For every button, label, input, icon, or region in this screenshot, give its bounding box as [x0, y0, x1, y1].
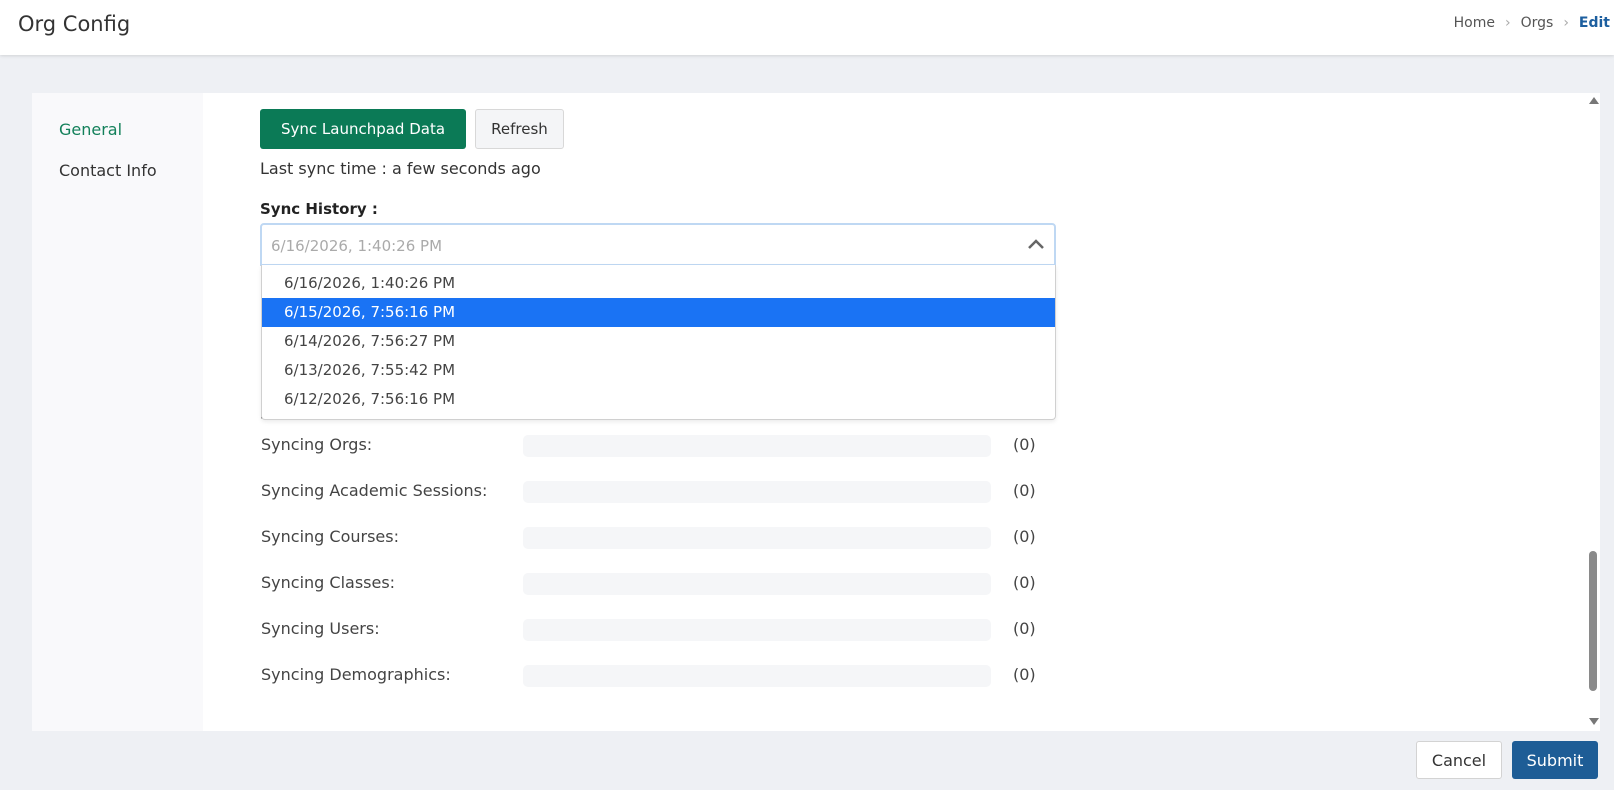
- progress-label: Syncing Demographics:: [261, 665, 451, 684]
- chevron-right-icon: ›: [1504, 15, 1511, 31]
- progress-bar: [523, 481, 991, 503]
- history-option[interactable]: 6/14/2026, 7:56:27 PM: [262, 327, 1055, 356]
- progress-bar: [523, 435, 991, 457]
- history-option[interactable]: 6/13/2026, 7:55:42 PM: [262, 356, 1055, 385]
- breadcrumb: Home › Orgs › Edit: [1454, 15, 1610, 31]
- progress-label: Syncing Orgs:: [261, 435, 373, 454]
- chevron-up-icon[interactable]: [1028, 239, 1044, 249]
- nav-item-contact-info[interactable]: Contact Info: [59, 161, 157, 180]
- section-nav: General Contact Info: [32, 93, 203, 731]
- progress-row: Syncing Classes: (0): [261, 573, 1051, 595]
- progress-bar: [523, 665, 991, 687]
- progress-count: (0): [1013, 665, 1036, 684]
- progress-label: Syncing Classes:: [261, 573, 396, 592]
- history-option[interactable]: 6/16/2026, 1:40:26 PM: [262, 269, 1055, 298]
- progress-count: (0): [1013, 435, 1036, 454]
- submit-button[interactable]: Submit: [1512, 741, 1598, 779]
- breadcrumb-edit: Edit: [1578, 15, 1610, 31]
- progress-count: (0): [1013, 481, 1036, 500]
- breadcrumb-orgs[interactable]: Orgs: [1521, 15, 1554, 31]
- sync-history-label: Sync History :: [260, 200, 378, 218]
- progress-count: (0): [1013, 619, 1036, 638]
- sync-history-value: 6/16/2026, 1:40:26 PM: [271, 237, 443, 255]
- chevron-right-icon: ›: [1563, 15, 1569, 31]
- progress-row: Syncing Academic Sessions: (0): [261, 481, 1051, 503]
- progress-bar: [523, 527, 991, 549]
- breadcrumb-home[interactable]: Home: [1454, 15, 1495, 31]
- cancel-button[interactable]: Cancel: [1416, 741, 1502, 779]
- sync-history-dropdown: 6/16/2026, 1:40:26 PM 6/15/2026, 7:56:16…: [261, 265, 1056, 420]
- progress-label: Syncing Courses:: [261, 527, 399, 546]
- progress-row: Syncing Demographics: (0): [261, 665, 1051, 687]
- progress-bar: [523, 573, 991, 595]
- history-option-highlighted[interactable]: 6/15/2026, 7:56:16 PM: [262, 298, 1055, 327]
- top-bar: Org Config Home › Orgs › Edit: [0, 0, 1614, 55]
- scroll-down-icon[interactable]: [1589, 718, 1599, 725]
- progress-label: Syncing Academic Sessions:: [261, 481, 488, 500]
- progress-row: Syncing Orgs: (0): [261, 435, 1051, 457]
- progress-row: Syncing Users: (0): [261, 619, 1051, 641]
- progress-label: Syncing Users:: [261, 619, 380, 638]
- scrollbar-thumb[interactable]: [1589, 551, 1597, 691]
- page-title: Org Config: [18, 12, 131, 36]
- last-sync-time: Last sync time : a few seconds ago: [260, 159, 541, 178]
- history-option[interactable]: 6/12/2026, 7:56:16 PM: [262, 385, 1055, 414]
- progress-row: Syncing Courses: (0): [261, 527, 1051, 549]
- refresh-button[interactable]: Refresh: [475, 109, 564, 149]
- config-card: General Contact Info Sync Launchpad Data…: [32, 93, 1600, 731]
- sync-history-select[interactable]: 6/16/2026, 1:40:26 PM: [260, 223, 1056, 266]
- content-scrollbar[interactable]: [1586, 93, 1600, 731]
- progress-count: (0): [1013, 527, 1036, 546]
- scroll-up-icon[interactable]: [1589, 97, 1599, 104]
- nav-item-general[interactable]: General: [59, 120, 122, 139]
- progress-count: (0): [1013, 573, 1036, 592]
- progress-bar: [523, 619, 991, 641]
- sync-launchpad-button[interactable]: Sync Launchpad Data: [260, 109, 466, 149]
